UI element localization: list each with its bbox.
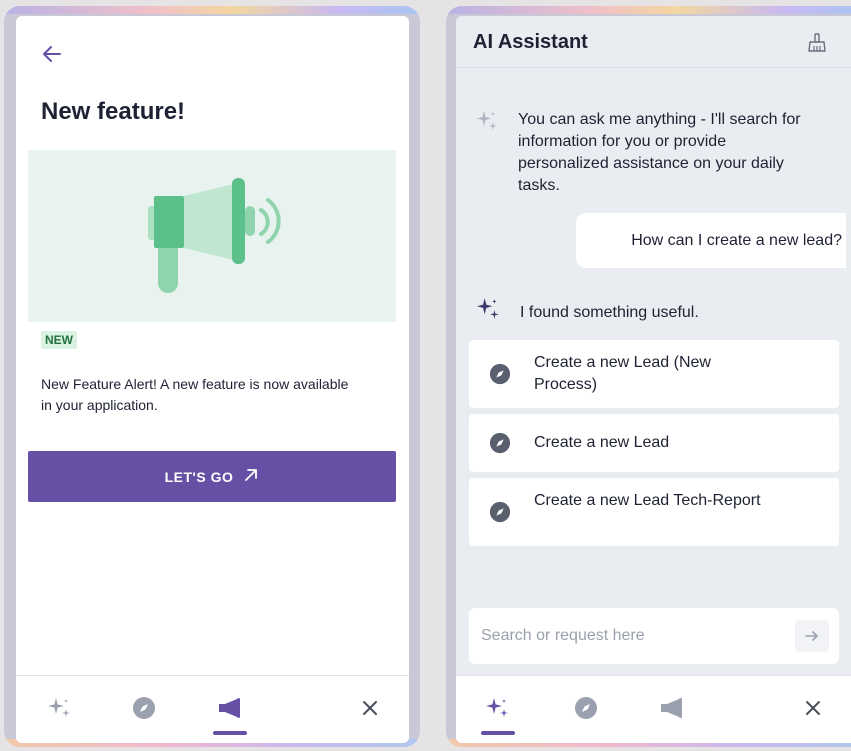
megaphone-nav-icon[interactable] — [216, 694, 244, 722]
assistant-message: I found something useful. — [476, 296, 810, 329]
compass-icon — [489, 501, 511, 523]
close-icon[interactable] — [356, 694, 384, 722]
result-label: Create a new Lead (New Process) — [534, 354, 711, 393]
compass-icon — [489, 432, 511, 454]
result-label: Create a new Lead — [534, 434, 670, 451]
user-message-text: How can I create a new lead? — [631, 231, 842, 249]
page-title: New feature! — [41, 98, 186, 125]
result-item[interactable]: Create a new Lead — [469, 414, 839, 472]
lets-go-button[interactable]: LET'S GO — [28, 451, 396, 502]
feature-illustration — [28, 150, 396, 322]
assistant-message: You can ask me anything - I'll search fo… — [476, 109, 808, 197]
feature-description: New Feature Alert! A new feature is now … — [41, 376, 349, 413]
search-input[interactable] — [481, 624, 781, 648]
compass-icon[interactable] — [572, 694, 600, 722]
megaphone-nav-icon[interactable] — [658, 694, 686, 722]
result-item[interactable]: Create a new Lead Tech-Report — [469, 478, 839, 546]
new-badge: NEW — [41, 331, 77, 349]
active-tab-indicator — [481, 731, 515, 735]
result-item[interactable]: Create a new Lead (New Process) — [469, 340, 839, 408]
lets-go-label: LET'S GO — [164, 468, 234, 485]
frame-top-gradient — [446, 6, 851, 14]
bottom-navigation — [16, 675, 409, 743]
assistant-header: AI Assistant — [456, 16, 851, 68]
search-box — [469, 608, 839, 664]
assistant-title: AI Assistant — [473, 31, 588, 53]
sparkles-icon[interactable] — [484, 694, 512, 722]
new-feature-screen: New feature! NEW New Feature Alert! A ne… — [16, 16, 409, 743]
active-tab-indicator — [213, 731, 247, 735]
user-message: How can I create a new lead? — [576, 213, 846, 268]
assistant-message-text: I found something useful. — [520, 303, 699, 321]
ai-assistant-screen: AI Assistant You can ask me anything - I… — [456, 16, 851, 743]
bottom-navigation — [456, 675, 851, 743]
broom-icon[interactable] — [806, 32, 828, 54]
close-icon[interactable] — [799, 694, 827, 722]
compass-icon[interactable] — [130, 694, 158, 722]
assistant-message-text: You can ask me anything - I'll search fo… — [518, 111, 801, 194]
send-arrow-icon[interactable] — [795, 620, 829, 652]
sparkles-icon — [476, 296, 502, 329]
sparkles-icon[interactable] — [46, 694, 74, 722]
back-arrow-icon[interactable] — [40, 42, 64, 66]
result-label: Create a new Lead Tech-Report — [534, 492, 761, 509]
left-panel-frame: New feature! NEW New Feature Alert! A ne… — [4, 6, 420, 747]
sparkles-icon — [476, 109, 500, 197]
frame-top-gradient — [4, 6, 420, 14]
compass-icon — [489, 363, 511, 385]
right-panel-frame: AI Assistant You can ask me anything - I… — [446, 6, 851, 747]
megaphone-icon — [148, 178, 281, 293]
arrow-up-right-icon — [243, 467, 259, 486]
